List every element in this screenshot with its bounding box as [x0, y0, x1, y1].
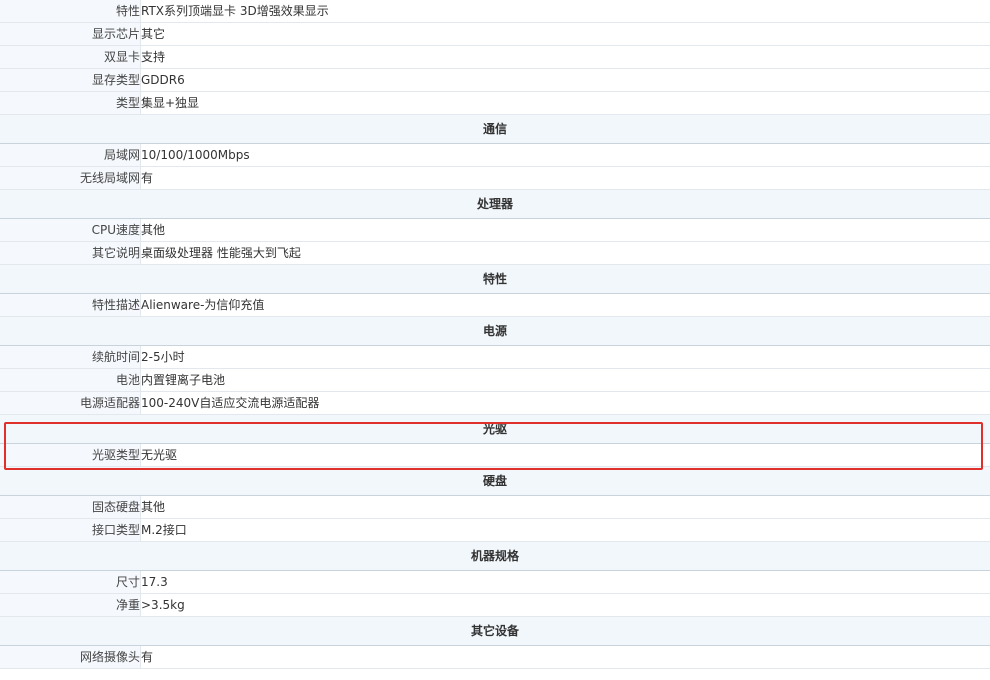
spec-value: 内置锂离子电池	[140, 368, 990, 392]
spec-key: 其它说明	[0, 241, 141, 265]
spec-key: 局域网	[0, 143, 141, 167]
section-header-row: 电源	[0, 316, 990, 346]
spec-row: 显存类型 GDDR6	[0, 68, 990, 92]
spec-value: 100-240V自适应交流电源适配器	[140, 391, 990, 415]
section-header-row: 硬盘	[0, 466, 990, 496]
section-title: 电源	[0, 316, 990, 346]
section-title: 通信	[0, 114, 990, 144]
spec-row: 光驱类型 无光驱	[0, 443, 990, 467]
spec-value: 桌面级处理器 性能强大到飞起	[140, 241, 990, 265]
spec-key: 尺寸	[0, 570, 141, 594]
spec-key: 网络摄像头	[0, 645, 141, 669]
spec-key: 电池	[0, 368, 141, 392]
spec-value: 17.3	[140, 570, 990, 594]
spec-row: 局域网 10/100/1000Mbps	[0, 143, 990, 167]
spec-row: 网络摄像头有	[0, 645, 990, 669]
spec-value: 集显+独显	[140, 91, 990, 115]
spec-row: 尺寸 17.3	[0, 570, 990, 594]
spec-value: 有	[140, 166, 990, 190]
section-title: 机器规格	[0, 541, 990, 571]
spec-row: CPU速度 其他	[0, 218, 990, 242]
spec-row: 双显卡 支持	[0, 45, 990, 69]
section-header-row: 其它设备	[0, 616, 990, 646]
spec-key: 特性	[0, 0, 141, 23]
spec-key: 无线局域网	[0, 166, 141, 190]
section-title: 特性	[0, 264, 990, 294]
section-header-row: 机器规格	[0, 541, 990, 571]
spec-row: 净重 >3.5kg	[0, 593, 990, 617]
spec-row: 特性描述 Alienware-为信仰充值	[0, 293, 990, 317]
spec-value: 其他	[140, 495, 990, 519]
spec-value: Alienware-为信仰充值	[140, 293, 990, 317]
section-header-row: 通信	[0, 114, 990, 144]
spec-value: 无光驱	[140, 443, 990, 467]
spec-row: 接口类型 M.2接口	[0, 518, 990, 542]
spec-row: 固态硬盘 其他	[0, 495, 990, 519]
spec-key: 显存类型	[0, 68, 141, 92]
section-header-row: 特性	[0, 264, 990, 294]
spec-key: 续航时间	[0, 345, 141, 369]
spec-row: 显示芯片 其它	[0, 22, 990, 46]
spec-key: 固态硬盘	[0, 495, 141, 519]
spec-value: 其它	[140, 22, 990, 46]
spec-row: 续航时间 2-5小时	[0, 345, 990, 369]
spec-table: 特性 RTX系列顶端显卡 3D增强效果显示 显示芯片 其它 双显卡 支持 显存类型 GDDR6…	[0, 0, 990, 669]
spec-key: 净重	[0, 593, 141, 617]
spec-key: 特性描述	[0, 293, 141, 317]
spec-key: 接口类型	[0, 518, 141, 542]
spec-row: 其它说明 桌面级处理器 性能强大到飞起	[0, 241, 990, 265]
section-header-row: 光驱	[0, 414, 990, 444]
spec-table-body: 特性 RTX系列顶端显卡 3D增强效果显示 显示芯片 其它 双显卡 支持 显存类型 GDDR6…	[0, 0, 990, 669]
spec-key: 光驱类型	[0, 443, 141, 467]
spec-value: M.2接口	[140, 518, 990, 542]
section-title: 硬盘	[0, 466, 990, 496]
spec-value: 其他	[140, 218, 990, 242]
spec-row: 无线局域网有	[0, 166, 990, 190]
section-title: 其它设备	[0, 616, 990, 646]
spec-row: 特性 RTX系列顶端显卡 3D增强效果显示	[0, 0, 990, 23]
spec-row: 类型 集显+独显	[0, 91, 990, 115]
spec-key: 类型	[0, 91, 141, 115]
spec-value: RTX系列顶端显卡 3D增强效果显示	[140, 0, 990, 23]
section-title: 处理器	[0, 189, 990, 219]
spec-key: 电源适配器	[0, 391, 141, 415]
spec-key: 显示芯片	[0, 22, 141, 46]
spec-value: 有	[140, 645, 990, 669]
spec-value: GDDR6	[140, 68, 990, 92]
spec-value: >3.5kg	[140, 593, 990, 617]
spec-value: 支持	[140, 45, 990, 69]
spec-value: 10/100/1000Mbps	[140, 143, 990, 167]
section-header-row: 处理器	[0, 189, 990, 219]
spec-key: CPU速度	[0, 218, 141, 242]
section-title: 光驱	[0, 414, 990, 444]
spec-row: 电源适配器 100-240V自适应交流电源适配器	[0, 391, 990, 415]
spec-value: 2-5小时	[140, 345, 990, 369]
spec-row: 电池 内置锂离子电池	[0, 368, 990, 392]
spec-key: 双显卡	[0, 45, 141, 69]
